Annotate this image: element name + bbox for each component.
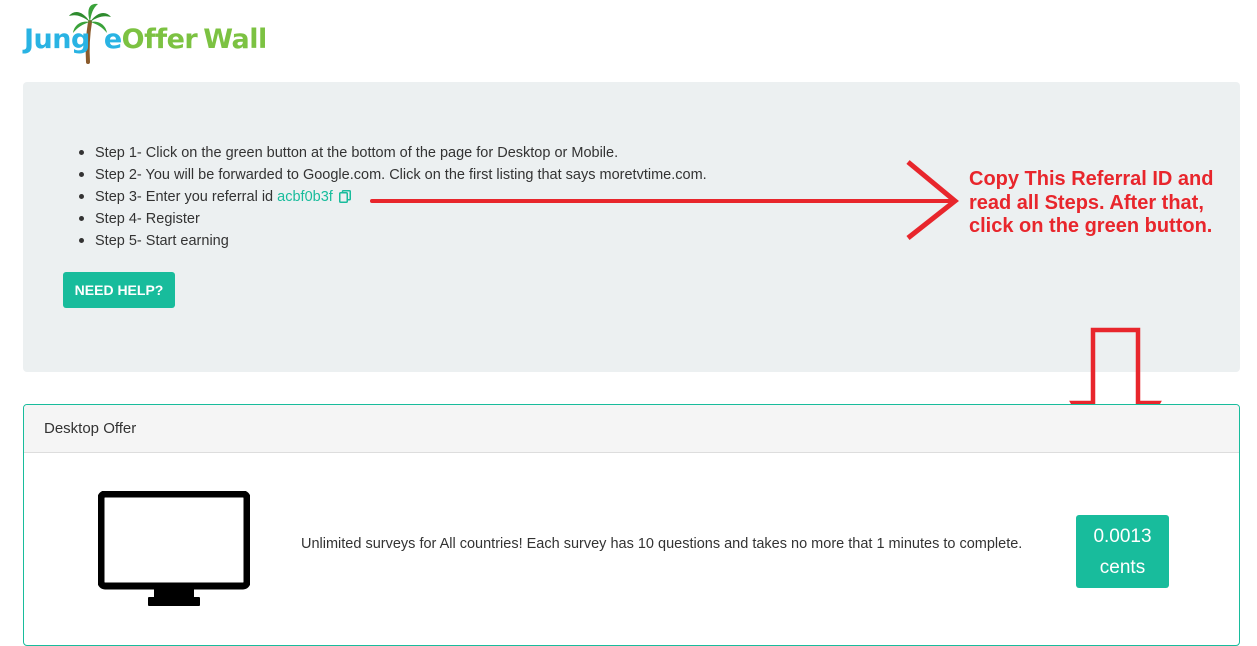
logo-word-offer: Offer — [121, 24, 198, 55]
steps-list: Step 1- Click on the green button at the… — [79, 142, 707, 252]
step-5: Step 5- Start earning — [79, 230, 707, 252]
reward-button[interactable]: 0.0013 cents — [1076, 515, 1169, 588]
logo-word-jungle-part2: e — [103, 24, 122, 55]
step-5-text: Step 5- Start earning — [95, 233, 229, 249]
logo[interactable]: Jung eOffer Wall — [24, 2, 267, 72]
step-2: Step 2- You will be forwarded to Google.… — [79, 164, 707, 186]
annotation-text: Copy This Referral ID and read all Steps… — [969, 168, 1214, 237]
step-3-text: Step 3- Enter you referral id — [95, 189, 274, 205]
monitor-icon — [98, 491, 250, 606]
copy-icon[interactable] — [338, 190, 351, 203]
step-3: Step 3- Enter you referral id acbf0b3f — [79, 186, 707, 208]
card-title: Desktop Offer — [44, 420, 137, 437]
reward-unit: cents — [1099, 557, 1146, 578]
desktop-offer-card: Desktop Offer Unlimited surveys for All … — [23, 404, 1240, 646]
logo-word-wall: Wall — [203, 24, 267, 55]
offer-description: Unlimited surveys for All countries! Eac… — [301, 536, 1023, 552]
reward-value: 0.0013 — [1093, 526, 1152, 547]
step-4: Step 4- Register — [79, 208, 707, 230]
referral-id[interactable]: acbf0b3f — [277, 189, 333, 205]
card-header: Desktop Offer — [24, 405, 1239, 453]
step-2-text: Step 2- You will be forwarded to Google.… — [95, 167, 707, 183]
step-1: Step 1- Click on the green button at the… — [79, 142, 707, 164]
step-4-text: Step 4- Register — [95, 211, 200, 227]
logo-word-jungle-part1: Jung — [24, 24, 90, 55]
logo-text: Jung eOffer Wall — [24, 24, 267, 55]
need-help-button[interactable]: NEED HELP? — [63, 272, 175, 308]
step-1-text: Step 1- Click on the green button at the… — [95, 145, 619, 161]
